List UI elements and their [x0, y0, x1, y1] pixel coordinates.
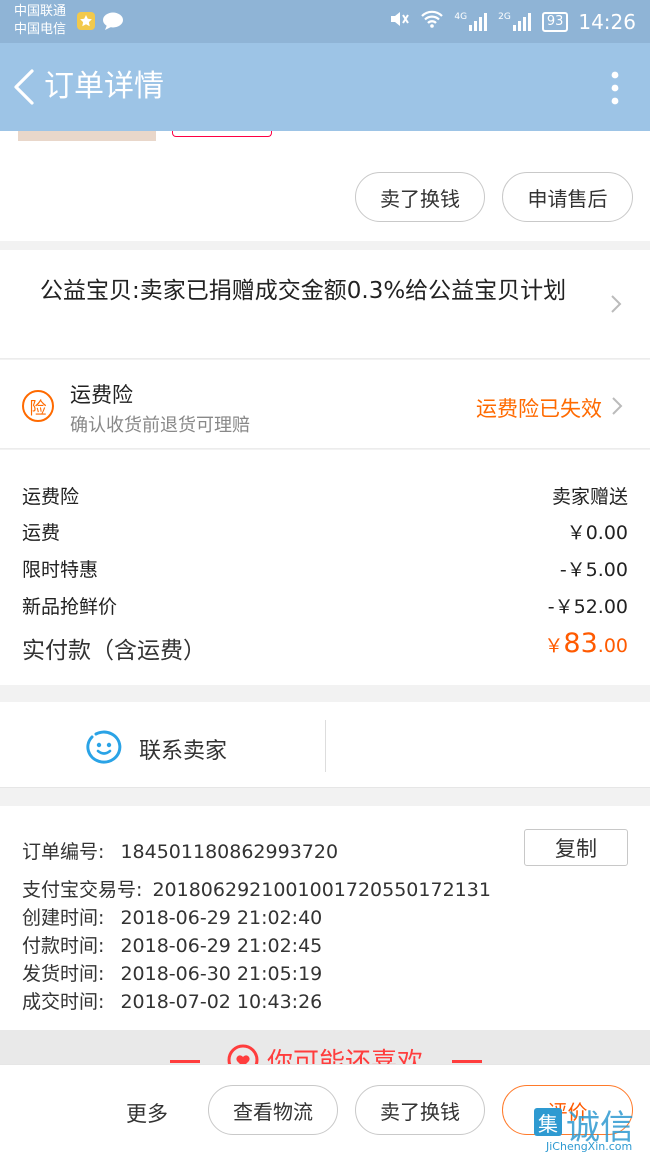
order-detail-page: 中国联通 中国电信 4G 2G 93 14:26 订单详情 卖了换钱 申请售后 … — [0, 0, 650, 1155]
info-value: 2018-06-29 21:02:40 — [120, 907, 323, 929]
info-key: 付款时间: — [22, 935, 105, 957]
more-button[interactable]: 更多 — [126, 1098, 168, 1128]
total-paid-value: ￥83.00 — [544, 628, 628, 659]
fee-value: -￥52.00 — [547, 595, 628, 618]
fee-row: 运费险 卖家赠送 — [22, 480, 628, 510]
total-decimal: .00 — [597, 635, 628, 657]
status-right: 4G 2G 93 14:26 — [388, 0, 636, 43]
sell-button-bottom[interactable]: 卖了换钱 — [355, 1085, 485, 1135]
wifi-icon — [420, 9, 444, 34]
view-logistics-button[interactable]: 查看物流 — [208, 1085, 338, 1135]
chevron-right-icon — [611, 295, 622, 313]
completed-time-row: 成交时间: 2018-07-02 10:43:26 — [22, 987, 322, 1014]
product-thumbnail[interactable] — [18, 131, 156, 141]
mute-icon — [388, 8, 410, 35]
network-2-label: 2G — [498, 11, 511, 22]
paid-time-row: 付款时间: 2018-06-29 21:02:45 — [22, 931, 322, 958]
charity-text: 公益宝贝:卖家已捐赠成交金额0.3%给公益宝贝计划 — [40, 278, 567, 304]
info-key: 创建时间: — [22, 907, 105, 929]
fee-row: 运费 ￥0.00 — [22, 516, 628, 546]
alipay-trade-row: 支付宝交易号: 2018062921001001720550172131 — [22, 875, 491, 902]
app-bar: 订单详情 — [0, 43, 650, 131]
fee-label: 运费险 — [22, 485, 80, 508]
sell-button[interactable]: 卖了换钱 — [355, 172, 485, 222]
created-time-row: 创建时间: 2018-06-29 21:02:40 — [22, 903, 322, 930]
insurance-title: 运费险 — [70, 383, 133, 407]
more-vert-icon[interactable] — [610, 71, 620, 105]
info-value: 2018-06-29 21:02:45 — [120, 935, 323, 957]
info-key: 订单编号: — [22, 841, 105, 863]
signal-4g-icon: 4G — [454, 12, 488, 32]
fee-label: 运费 — [22, 521, 61, 544]
shipped-time-row: 发货时间: 2018-06-30 21:05:19 — [22, 959, 322, 986]
fee-value: ￥0.00 — [566, 521, 628, 544]
info-value: 2018-07-02 10:43:26 — [120, 991, 323, 1013]
info-value: 2018-06-30 21:05:19 — [120, 963, 323, 985]
status-bar: 中国联通 中国电信 4G 2G 93 14:26 — [0, 0, 650, 43]
network-1-label: 4G — [454, 11, 468, 22]
contact-seller-button[interactable]: 联系卖家 — [139, 733, 227, 765]
info-value: 184501180862993720 — [120, 841, 339, 863]
message-bubble-icon — [102, 10, 124, 32]
watermark-sub: JiChengXin.com — [546, 1140, 633, 1153]
insurance-subtitle: 确认收货前退货可理赔 — [70, 415, 250, 436]
after-sale-button[interactable]: 申请售后 — [502, 172, 633, 222]
clock-time: 14:26 — [578, 9, 636, 34]
carrier-1: 中国联通 — [14, 4, 67, 19]
fee-label: 限时特惠 — [22, 558, 99, 581]
info-key: 发货时间: — [22, 963, 105, 985]
total-currency: ￥ — [544, 635, 564, 657]
page-title: 订单详情 — [44, 69, 164, 104]
info-key: 支付宝交易号: — [22, 879, 143, 901]
divider — [452, 1060, 482, 1063]
watermark-logo: 集 诚信 JiChengXin.com — [532, 1100, 650, 1155]
fee-label: 新品抢鲜价 — [22, 595, 118, 618]
total-paid-label: 实付款（含运费） — [22, 638, 206, 664]
back-arrow-icon[interactable] — [10, 67, 40, 107]
watermark-glyph: 集 — [534, 1108, 562, 1136]
info-key: 成交时间: — [22, 991, 105, 1013]
contact-seller-icon[interactable] — [86, 729, 122, 765]
fee-value: -￥5.00 — [559, 558, 628, 581]
order-number-row: 订单编号: 184501180862993720 — [22, 837, 338, 864]
info-value: 2018062921001001720550172131 — [152, 879, 491, 901]
vip-badge-icon — [76, 10, 96, 32]
insurance-status: 运费险已失效 — [476, 397, 602, 421]
carrier-info: 中国联通 中国电信 — [14, 3, 66, 39]
battery-icon: 93 — [541, 11, 569, 32]
insurance-icon: 险 — [22, 390, 54, 422]
product-tag — [172, 131, 272, 137]
carrier-2: 中国电信 — [14, 22, 67, 37]
fee-value: 卖家赠送 — [551, 485, 628, 508]
total-integer: 83 — [563, 628, 598, 659]
fee-row: 限时特惠 -￥5.00 — [22, 553, 628, 583]
divider — [325, 720, 326, 772]
signal-2g-icon: 2G — [498, 12, 532, 32]
chevron-right-icon — [612, 397, 623, 415]
copy-button[interactable]: 复制 — [524, 829, 628, 866]
fee-row: 新品抢鲜价 -￥52.00 — [22, 590, 628, 620]
